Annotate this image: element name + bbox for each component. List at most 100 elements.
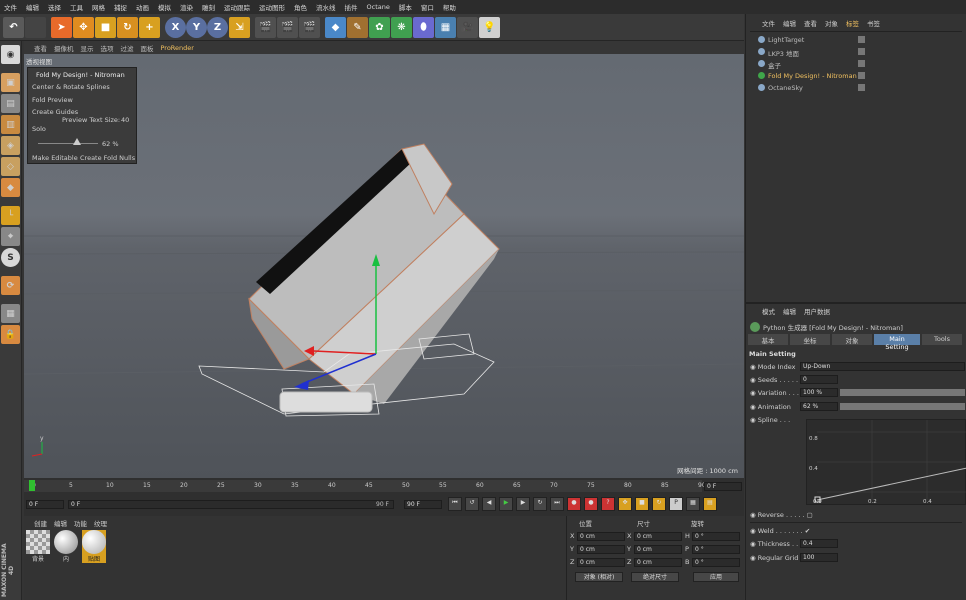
key-rotate-button[interactable]: ↻ [652, 497, 666, 511]
menu-item[interactable]: 渲染 [180, 2, 193, 12]
record-button[interactable]: ● [567, 497, 581, 511]
menu-item[interactable]: Octane [367, 3, 390, 11]
keyframe-help-button[interactable]: ? [601, 497, 615, 511]
apply-button[interactable]: 应用 [693, 572, 739, 582]
current-frame-slider[interactable]: 0 F [68, 500, 394, 509]
animation-slider[interactable] [840, 403, 965, 410]
position-field[interactable]: 0 cm [577, 545, 625, 554]
edges-mode-icon[interactable]: ◇ [1, 157, 20, 176]
material-tab[interactable]: 编辑 [54, 518, 67, 528]
animation-field[interactable]: 62 % [800, 402, 838, 411]
size-field[interactable]: 0 cm [634, 532, 682, 541]
viewport-menu-item[interactable]: 过滤 [121, 43, 134, 53]
attribute-tab[interactable]: Main Setting [874, 334, 920, 351]
menu-item[interactable]: 运动图形 [259, 2, 285, 12]
frame-end-field[interactable]: 0 F [704, 482, 742, 491]
thickness-field[interactable]: 0.4 [800, 539, 838, 548]
menu-item[interactable]: 工具 [70, 2, 83, 12]
menu-item[interactable]: 文件 [4, 2, 17, 12]
size-field[interactable]: 0 cm [634, 558, 682, 567]
undo-button[interactable]: ↶ [3, 17, 24, 38]
playhead[interactable] [29, 480, 35, 491]
fold-slider-handle[interactable] [73, 138, 81, 145]
points-mode-icon[interactable]: ◈ [1, 136, 20, 155]
scale-tool-button[interactable]: ■ [95, 17, 116, 38]
prev-frame-button[interactable]: ◀ [482, 497, 496, 511]
auto-key-button[interactable]: ● [584, 497, 598, 511]
object-menu-item[interactable]: 文件 [762, 18, 775, 28]
axis-mode-icon[interactable]: └ [1, 206, 20, 225]
preview-text-size-value[interactable]: 40 [121, 116, 129, 124]
menu-item[interactable]: 插件 [345, 2, 358, 12]
timeline[interactable]: 051015202530354045505560657075808590 0 F… [24, 478, 744, 516]
menu-item[interactable]: 模拟 [158, 2, 171, 12]
object-menu-item[interactable]: 书签 [867, 18, 880, 28]
x-axis-button[interactable]: X [165, 17, 186, 38]
material-item[interactable]: 贴图 [82, 530, 106, 563]
mode-index-select[interactable]: Up-Down [800, 362, 965, 371]
magnet-icon[interactable]: ⟳ [1, 276, 20, 295]
menu-item[interactable]: 捕捉 [114, 2, 127, 12]
model-mode-icon[interactable]: ▣ [1, 73, 20, 92]
material-tab[interactable]: 创建 [34, 518, 47, 528]
object-name[interactable]: LightTarget [768, 36, 804, 44]
object-menu-item[interactable]: 编辑 [783, 18, 796, 28]
viewport-menu-item[interactable]: 摄像机 [54, 43, 74, 53]
prev-key-button[interactable]: ↺ [465, 497, 479, 511]
create-guides-button[interactable]: Create Guides [32, 108, 78, 116]
fold-slider-track[interactable] [38, 143, 98, 144]
timeline-ruler[interactable]: 051015202530354045505560657075808590 [24, 480, 706, 492]
menu-item[interactable]: 动画 [136, 2, 149, 12]
viewport-menu-item[interactable]: 选项 [101, 43, 114, 53]
cloner-icon[interactable]: ❋ [391, 17, 412, 38]
render-settings-button[interactable]: 🎬 [299, 17, 320, 38]
material-item[interactable]: 内 [54, 530, 78, 563]
menu-item[interactable]: 编辑 [26, 2, 39, 12]
material-item[interactable]: 背景 [26, 530, 50, 563]
attribute-tab[interactable]: 对象 [832, 334, 872, 345]
key-move-button[interactable]: ✥ [618, 497, 632, 511]
visibility-toggle[interactable] [858, 60, 865, 67]
object-row[interactable]: LightTarget [752, 35, 962, 46]
rotate-tool-button[interactable]: ↻ [117, 17, 138, 38]
position-field[interactable]: 0 cm [577, 558, 625, 567]
menu-item[interactable]: 窗口 [421, 2, 434, 12]
make-editable-button[interactable]: Make Editable [32, 154, 78, 162]
object-row[interactable]: 盒子 [752, 59, 962, 70]
viewport-menu-item[interactable]: 查看 [34, 43, 47, 53]
size-mode-select[interactable]: 绝对尺寸 [631, 572, 679, 582]
attribute-menu-item[interactable]: 用户数据 [804, 306, 830, 316]
render-picture-viewer-button[interactable]: 🎬 [277, 17, 298, 38]
menu-item[interactable]: 选择 [48, 2, 61, 12]
pen-icon[interactable]: ✎ [347, 17, 368, 38]
y-axis-button[interactable]: Y [186, 17, 207, 38]
visibility-toggle[interactable] [858, 72, 865, 79]
floor-icon[interactable]: ▦ [435, 17, 456, 38]
object-menu-item[interactable]: 查看 [804, 18, 817, 28]
texture-mode-icon[interactable]: ▤ [1, 94, 20, 113]
subdivision-icon[interactable]: ✿ [369, 17, 390, 38]
variation-field[interactable]: 100 % [800, 388, 838, 397]
menu-item[interactable]: 网格 [92, 2, 105, 12]
spline-curve-editor[interactable]: 0.8 0.4 0.0 0.2 0.4 [806, 419, 966, 505]
start-frame-field[interactable]: 0 F [26, 500, 64, 509]
object-name[interactable]: Fold My Design! - Nitroman [768, 72, 857, 80]
workplane-icon[interactable]: ▥ [1, 115, 20, 134]
object-menu-item[interactable]: 标签 [846, 18, 859, 28]
attribute-tab[interactable]: Tools [922, 334, 962, 345]
material-tab[interactable]: 纹理 [94, 518, 107, 528]
attribute-tab[interactable]: 坐标 [790, 334, 830, 345]
menu-item[interactable]: 流水线 [316, 2, 336, 12]
menu-item[interactable]: 运动跟踪 [224, 2, 250, 12]
redo-button[interactable] [25, 17, 46, 38]
rotation-field[interactable]: 0 ° [692, 558, 740, 567]
viewport-menu-item[interactable]: ProRender [161, 44, 194, 52]
first-frame-button[interactable]: ⏮ [448, 497, 462, 511]
render-view-button[interactable]: 🎬 [255, 17, 276, 38]
create-fold-nulls-button[interactable]: Create Fold Nulls [80, 154, 135, 162]
menu-item[interactable]: 雕刻 [202, 2, 215, 12]
last-frame-button[interactable]: ⏭ [550, 497, 564, 511]
fold-preview-button[interactable]: Fold Preview [32, 96, 73, 104]
octane-icon[interactable]: ◉ [1, 45, 20, 64]
cube-icon[interactable]: ◆ [325, 17, 346, 38]
